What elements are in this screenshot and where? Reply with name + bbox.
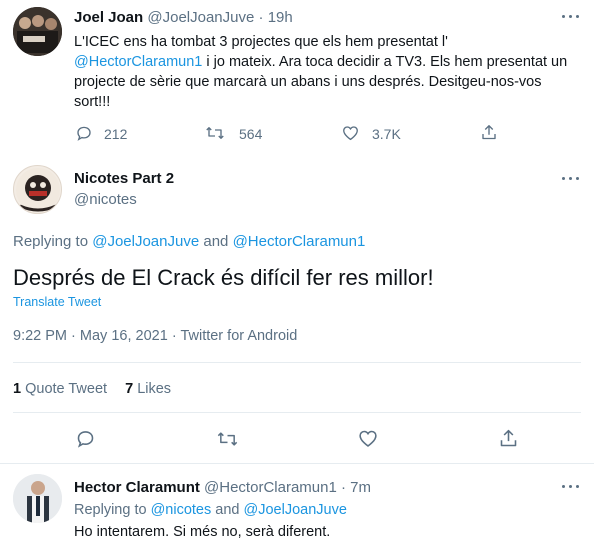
tweet-metadata: 9:22 PM · May 16, 2021 · Twitter for And… (13, 328, 297, 344)
reply-icon[interactable] (75, 124, 93, 142)
translate-tweet-link[interactable]: Translate Tweet (13, 295, 101, 309)
more-options-icon[interactable] (562, 14, 580, 20)
author-handle[interactable]: @HectorClaramun1 (204, 479, 337, 496)
author-name[interactable]: Hector Claramunt (74, 479, 200, 496)
reply-icon[interactable] (75, 428, 96, 449)
tweet-time[interactable]: 7m (350, 479, 371, 496)
retweet-icon[interactable] (216, 429, 239, 449)
tweet-text: Després de El Crack és difícil fer res m… (13, 265, 434, 290)
tweet-text-part-a: L'ICEC ens ha tombat 3 projectes que els… (74, 34, 448, 50)
likes-stat[interactable]: 7 Likes (125, 381, 171, 397)
tweet-stats: 1 Quote Tweet 7 Likes (13, 381, 171, 397)
reply-mention-1[interactable]: @JoelJoanJuve (92, 233, 199, 250)
author-handle[interactable]: @nicotes (74, 191, 137, 208)
replying-prefix: Replying to (13, 233, 89, 250)
more-options-icon[interactable] (562, 176, 580, 182)
separator-dot: · (71, 328, 76, 344)
tweet-text: Ho intentarem. Si més no, serà diferent. (74, 524, 331, 540)
likes-count: 7 (125, 381, 134, 397)
divider (13, 362, 581, 363)
reply-and: and (215, 502, 240, 518)
tweet-date[interactable]: May 16, 2021 (80, 328, 168, 344)
replying-to: Replying to @JoelJoanJuve and @HectorCla… (13, 233, 365, 250)
retweet-count: 564 (239, 126, 263, 142)
like-icon[interactable] (357, 428, 379, 449)
replying-prefix: Replying to (74, 502, 147, 518)
like-count: 3.7K (372, 126, 401, 142)
divider (0, 463, 594, 464)
author-name[interactable]: Nicotes Part 2 (74, 170, 174, 187)
like-icon[interactable] (341, 124, 360, 142)
avatar-image (13, 7, 62, 56)
avatar-nicotes[interactable] (13, 165, 62, 214)
reply-mention-1[interactable]: @nicotes (151, 502, 212, 518)
divider (13, 412, 581, 413)
share-icon[interactable] (498, 428, 519, 449)
avatar-joel-joan[interactable] (13, 7, 62, 56)
separator-dot: · (340, 479, 346, 496)
tweet-time[interactable]: 19h (268, 9, 293, 26)
tweet-source[interactable]: Twitter for Android (180, 328, 297, 344)
more-options-icon[interactable] (562, 484, 580, 490)
share-icon[interactable] (480, 123, 498, 142)
separator-dot: · (258, 9, 264, 26)
retweet-icon[interactable] (205, 124, 225, 142)
replying-to: Replying to @nicotes and @JoelJoanJuve (74, 502, 347, 518)
reply-and: and (203, 233, 229, 250)
author-handle[interactable]: @JoelJoanJuve (147, 9, 254, 26)
reply-mention-2[interactable]: @JoelJoanJuve (244, 502, 347, 518)
separator-dot: · (171, 328, 177, 344)
quote-count: 1 (13, 381, 22, 397)
tweet-text: L'ICEC ens ha tombat 3 projectes que els… (74, 32, 579, 112)
reply-mention-2[interactable]: @HectorClaramun1 (233, 233, 366, 250)
avatar-image (16, 168, 60, 212)
avatar-hector-claramunt[interactable] (13, 474, 62, 523)
quote-tweet-stat[interactable]: 1 Quote Tweet (13, 381, 111, 397)
likes-label: Likes (137, 381, 172, 397)
author-name[interactable]: Joel Joan (74, 9, 143, 26)
quote-label: Quote Tweet (25, 381, 108, 397)
tweet-time[interactable]: 9:22 PM (13, 328, 67, 344)
avatar-image (13, 474, 62, 523)
reply-count: 212 (104, 126, 128, 142)
mention-link[interactable]: @HectorClaramun1 (74, 54, 202, 70)
